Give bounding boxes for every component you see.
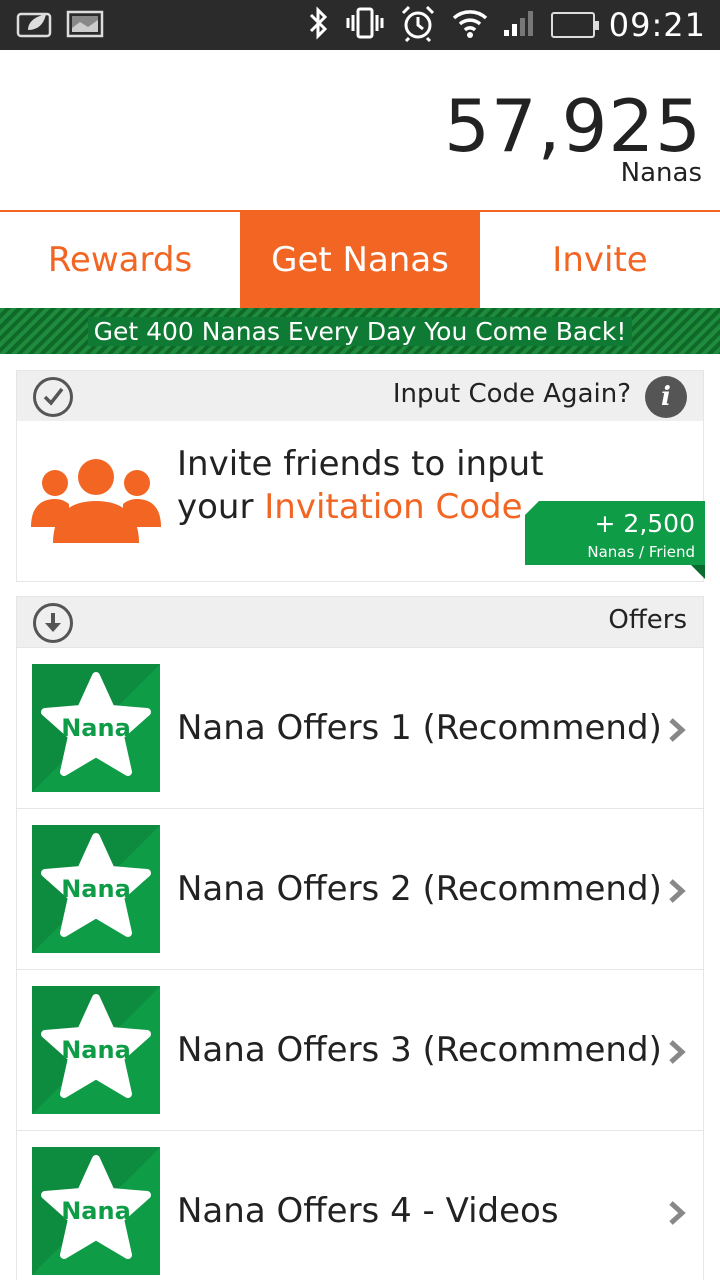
invite-line-2: your Invitation Code. xyxy=(177,486,544,529)
check-circle-icon xyxy=(33,377,73,417)
offers-card: Offers Nana Nana Offers 1 (Recommend) Na… xyxy=(16,596,704,1280)
offers-section-header: Offers xyxy=(17,597,703,647)
reward-tag: + 2,500 Nanas / Friend xyxy=(525,501,705,565)
reward-tag-fold xyxy=(691,565,705,579)
nana-icon-label: Nana xyxy=(61,875,131,903)
reward-per-friend: Nanas / Friend xyxy=(587,543,695,561)
promo-banner: Get 400 Nanas Every Day You Come Back! xyxy=(0,308,720,354)
balance-header: 57,925 Nanas xyxy=(0,50,720,210)
status-bar: 09:21 xyxy=(0,0,720,50)
nana-star-icon: Nana xyxy=(32,664,160,792)
offer-row-4[interactable]: Nana Nana Offers 4 - Videos xyxy=(17,1130,703,1280)
invite-section-header: Input Code Again? i xyxy=(17,371,703,421)
clock: 09:21 xyxy=(608,6,706,44)
offer-label: Nana Offers 1 (Recommend) xyxy=(177,708,662,748)
invite-line-1: Invite friends to input xyxy=(177,444,544,484)
alarm-icon xyxy=(399,4,437,47)
balance-unit: Nanas xyxy=(620,158,702,188)
nana-star-icon: Nana xyxy=(32,825,160,953)
invite-card[interactable]: Input Code Again? i Invite friends to in… xyxy=(16,370,705,582)
vibrate-icon xyxy=(345,5,385,46)
nana-icon-label: Nana xyxy=(61,1036,131,1064)
offers-title: Offers xyxy=(608,605,687,635)
chevron-right-icon xyxy=(667,716,687,749)
tab-get-nanas[interactable]: Get Nanas xyxy=(240,212,480,308)
invitation-code-link[interactable]: Invitation Code xyxy=(264,487,522,527)
chevron-right-icon xyxy=(667,877,687,910)
offer-label: Nana Offers 3 (Recommend) xyxy=(177,1030,662,1070)
input-code-again-label: Input Code Again? xyxy=(392,379,631,409)
tab-invite[interactable]: Invite xyxy=(480,212,720,308)
bluetooth-icon xyxy=(307,5,331,46)
image-icon xyxy=(66,8,104,45)
wifi-icon xyxy=(451,7,489,44)
download-circle-icon xyxy=(33,603,73,643)
nana-star-icon: Nana xyxy=(32,986,160,1114)
invite-line-2-prefix: your xyxy=(177,487,265,527)
nana-star-icon: Nana xyxy=(32,1147,160,1275)
chevron-right-icon xyxy=(667,1038,687,1071)
balance-value: 57,925 xyxy=(444,84,702,168)
tab-rewards[interactable]: Rewards xyxy=(0,212,240,308)
people-icon xyxy=(31,457,161,548)
invite-message: Invite friends to input your Invitation … xyxy=(177,443,544,529)
tab-bar: Rewards Get Nanas Invite xyxy=(0,212,720,308)
reward-amount: + 2,500 xyxy=(594,509,695,538)
leaf-card-icon xyxy=(16,8,54,45)
invite-body[interactable]: Invite friends to input your Invitation … xyxy=(17,421,705,581)
promo-text: Get 400 Nanas Every Day You Come Back! xyxy=(87,316,633,346)
battery-icon xyxy=(550,12,599,38)
info-icon[interactable]: i xyxy=(645,376,687,418)
nana-icon-label: Nana xyxy=(61,1197,131,1225)
offer-row-3[interactable]: Nana Nana Offers 3 (Recommend) xyxy=(17,969,703,1130)
signal-icon xyxy=(503,8,537,43)
offer-label: Nana Offers 4 - Videos xyxy=(177,1191,559,1231)
nana-icon-label: Nana xyxy=(61,714,131,742)
offer-label: Nana Offers 2 (Recommend) xyxy=(177,869,662,909)
offer-row-2[interactable]: Nana Nana Offers 2 (Recommend) xyxy=(17,808,703,969)
offer-row-1[interactable]: Nana Nana Offers 1 (Recommend) xyxy=(17,647,703,808)
chevron-right-icon xyxy=(667,1199,687,1232)
